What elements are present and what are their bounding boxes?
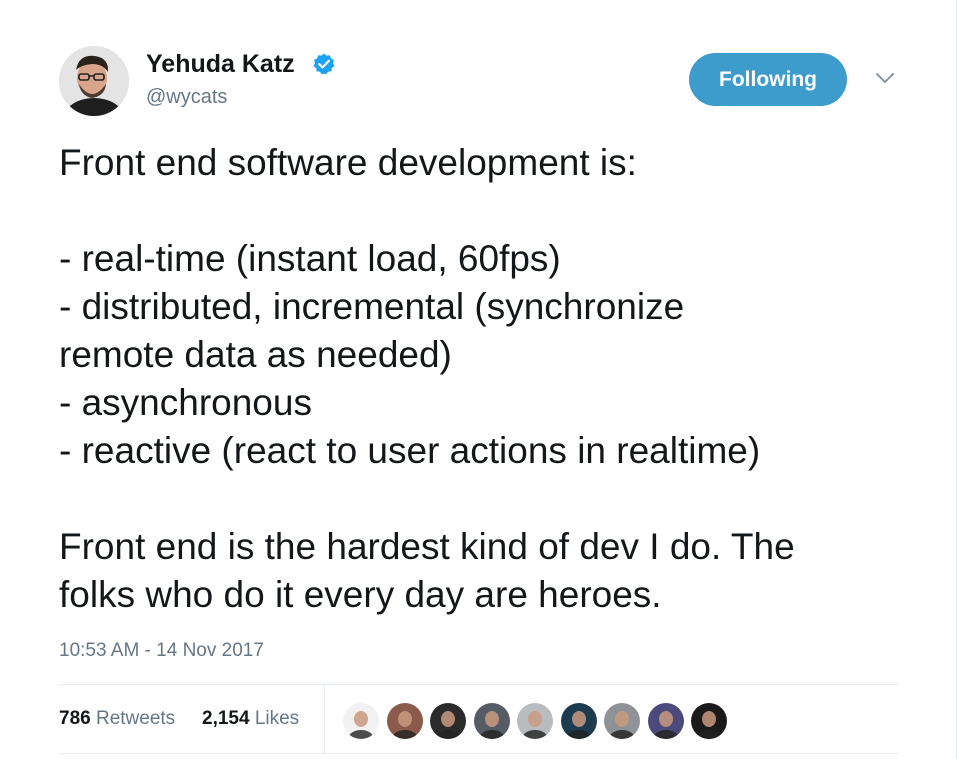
liker-avatar[interactable] (429, 702, 467, 740)
avatar-photo-icon (59, 46, 129, 116)
retweets-label: Retweets (95, 708, 176, 729)
verified-badge-icon (313, 53, 335, 75)
tweet-line: - distributed, incremental (synchronize (59, 286, 685, 327)
tweet-card: Yehuda Katz @wycats Following Front end … (0, 0, 957, 759)
stats-divider-vertical (324, 685, 325, 753)
liker-avatar-icon (561, 703, 597, 739)
likes-stat[interactable]: 2,154 Likes (202, 708, 299, 730)
tweet-timestamp[interactable]: 10:53 AM - 14 Nov 2017 (59, 640, 264, 662)
liker-avatar-icon (430, 703, 466, 739)
liker-avatar-icon (343, 703, 379, 739)
retweets-count: 786 (59, 708, 91, 729)
liker-avatar-icon (517, 703, 553, 739)
liker-avatar[interactable] (603, 702, 641, 740)
tweet-line: - reactive (react to user actions in rea… (59, 430, 761, 471)
likes-label: Likes (254, 708, 300, 729)
liker-avatar-icon (691, 703, 727, 739)
author-handle[interactable]: @wycats (146, 86, 227, 109)
liker-avatar[interactable] (560, 702, 598, 740)
following-button[interactable]: Following (689, 53, 847, 106)
author-avatar[interactable] (59, 46, 129, 116)
liker-avatar-icon (604, 703, 640, 739)
liker-avatar[interactable] (386, 702, 424, 740)
liker-avatar[interactable] (647, 702, 685, 740)
tweet-line: - asynchronous (59, 382, 312, 423)
tweet-line: - real-time (instant load, 60fps) (59, 238, 561, 279)
stats-divider-bottom (59, 753, 898, 754)
tweet-line: Front end is the hardest kind of dev I d… (59, 526, 795, 567)
stats-divider-top (59, 684, 898, 685)
retweets-stat[interactable]: 786 Retweets (59, 708, 175, 730)
liker-avatar[interactable] (342, 702, 380, 740)
liker-avatar-icon (648, 703, 684, 739)
tweet-line: folks who do it every day are heroes. (59, 574, 662, 615)
liker-avatar[interactable] (516, 702, 554, 740)
tweet-line: Front end software development is: (59, 142, 637, 183)
liker-avatar-icon (387, 703, 423, 739)
tweet-line: remote data as needed) (59, 334, 452, 375)
author-name[interactable]: Yehuda Katz (146, 50, 295, 79)
liker-avatar[interactable] (690, 702, 728, 740)
liker-avatar[interactable] (473, 702, 511, 740)
tweet-text: Front end software development is: - rea… (59, 139, 919, 619)
liker-avatar-icon (474, 703, 510, 739)
chevron-down-icon[interactable] (874, 70, 896, 86)
likes-count: 2,154 (202, 708, 250, 729)
